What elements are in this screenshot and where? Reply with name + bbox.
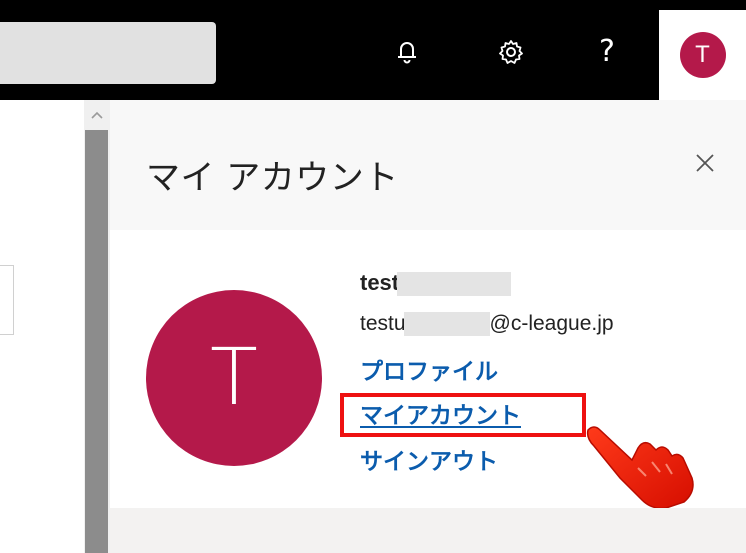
scrollbar-thumb[interactable] <box>85 130 108 553</box>
avatar[interactable]: T <box>679 32 726 78</box>
search-input[interactable] <box>0 22 216 84</box>
panel-footer <box>110 508 746 553</box>
profile-link[interactable]: プロファイル <box>360 352 498 386</box>
chevron-up-icon[interactable] <box>84 100 110 130</box>
bell-icon[interactable] <box>385 30 429 74</box>
user-name: test <box>360 270 512 297</box>
account-button[interactable]: T <box>659 10 746 100</box>
close-icon[interactable] <box>688 146 722 180</box>
user-avatar: T <box>146 290 322 466</box>
redacted-block <box>403 312 490 337</box>
sign-out-link[interactable]: サインアウト <box>360 442 498 476</box>
user-email-domain: @c-league.jp <box>489 312 614 335</box>
scrollbar[interactable] <box>84 100 110 553</box>
user-name-text: test <box>360 270 400 295</box>
help-glyph: ? <box>599 34 615 69</box>
panel-title: マイ アカウント <box>146 158 399 198</box>
redacted-block <box>397 272 512 297</box>
pointing-hand-icon <box>586 426 694 510</box>
account-card: T test testu @c-league.jp プロファイル マイアカウント … <box>110 230 746 510</box>
background-card-edge <box>0 265 14 335</box>
highlight-box <box>340 393 586 437</box>
gear-icon[interactable] <box>489 30 533 74</box>
page-background <box>0 100 84 553</box>
user-email: testu @c-league.jp <box>360 312 614 337</box>
top-navigation-bar: ? T <box>0 0 746 100</box>
help-icon[interactable]: ? <box>585 30 629 74</box>
my-account-panel: マイ アカウント T test testu @c-league.jp プロファイル… <box>110 100 746 553</box>
user-email-prefix: testu <box>360 312 406 335</box>
